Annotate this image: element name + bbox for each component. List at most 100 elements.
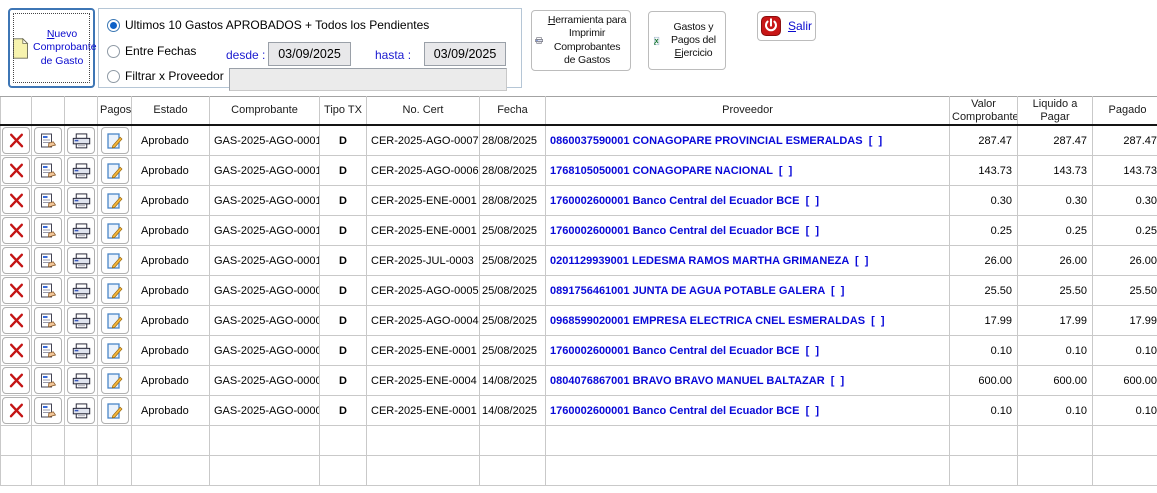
liquido-a-pagar-cell: 26.00 [1018,246,1093,276]
proveedor-link[interactable]: 0891756461001 JUNTA DE AGUA POTABLE GALE… [546,276,950,306]
delete-button[interactable] [2,397,30,424]
properties-button[interactable] [34,277,62,304]
comprobante-cell: GAS-2025-AGO-00013 [210,156,320,186]
proveedor-link[interactable]: 0804076867001 BRAVO BRAVO MANUEL BALTAZA… [546,366,950,396]
delete-cell [1,366,32,396]
proveedor-link[interactable]: 0968599020001 EMPRESA ELECTRICA CNEL ESM… [546,306,950,336]
desde-date-field[interactable] [268,42,351,66]
print-row-button[interactable] [67,307,95,334]
radio-provider-icon[interactable] [107,70,120,83]
delete-button[interactable] [2,187,30,214]
delete-button[interactable] [2,217,30,244]
expense-vouchers-window: Nuevo Comprobante de Gasto Ultimos 10 Ga… [0,0,1157,493]
delete-button[interactable] [2,277,30,304]
print-row-button[interactable] [67,397,95,424]
no-cert-cell: CER-2025-ENE-0001 [367,336,480,366]
fecha-cell: 28/08/2025 [480,125,546,156]
properties-button[interactable] [34,397,62,424]
no-cert-cell: CER-2025-AGO-0007 [367,125,480,156]
properties-button[interactable] [34,307,62,334]
tipo-tx-cell: D [320,186,367,216]
estado-cell: Aprobado [132,396,210,426]
properties-button[interactable] [34,157,62,184]
properties-cell [32,306,65,336]
properties-cell [32,276,65,306]
payments-edit-icon [107,253,123,269]
header-print-col [65,97,98,126]
liquido-a-pagar-cell: 0.10 [1018,396,1093,426]
delete-cell [1,306,32,336]
pagos-cell [98,366,132,396]
proveedor-link[interactable]: 0201129939001 LEDESMA RAMOS MARTHA GRIMA… [546,246,950,276]
print-vouchers-tool-button[interactable]: Herramienta para Imprimir Comprobantes d… [531,10,631,71]
print-cell [65,396,98,426]
proveedor-link[interactable]: 1760002600001 Banco Central del Ecuador … [546,396,950,426]
print-row-button[interactable] [67,187,95,214]
properties-icon [40,373,57,389]
properties-icon [40,133,57,149]
payments-edit-button[interactable] [101,217,129,244]
payments-edit-button[interactable] [101,157,129,184]
delete-button[interactable] [2,307,30,334]
proveedor-link[interactable]: 1760002600001 Banco Central del Ecuador … [546,216,950,246]
no-cert-cell: CER-2025-ENE-0004 [367,366,480,396]
delete-cell [1,246,32,276]
header-row: Pagos Estado Comprobante Tipo TX No. Cer… [1,97,1157,126]
delete-button[interactable] [2,367,30,394]
filter-option-provider[interactable]: Filtrar x Proveedor [107,69,224,83]
new-expense-voucher-button[interactable]: Nuevo Comprobante de Gasto [8,8,95,88]
payments-edit-button[interactable] [101,277,129,304]
excel-report-button[interactable]: Gastos y Pagos del Ejercicio [648,11,726,70]
properties-button[interactable] [34,187,62,214]
delete-button[interactable] [2,337,30,364]
exit-button[interactable]: Salir [757,11,816,41]
payments-edit-button[interactable] [101,337,129,364]
payments-edit-button[interactable] [101,127,129,154]
pagado-cell: 0.30 [1093,186,1157,216]
print-row-button[interactable] [67,157,95,184]
delete-button[interactable] [2,247,30,274]
proveedor-link[interactable]: 1760002600001 Banco Central del Ecuador … [546,336,950,366]
payments-edit-button[interactable] [101,307,129,334]
filter-option-last10[interactable]: Ultimos 10 Gastos APROBADOS + Todos los … [107,18,429,32]
payments-edit-button[interactable] [101,367,129,394]
filter-option-dates[interactable]: Entre Fechas [107,44,196,58]
expense-row: Aprobado GAS-2025-AGO-00013 D CER-2025-A… [1,156,1157,186]
delete-icon [9,163,24,178]
properties-button[interactable] [34,337,62,364]
pagos-cell [98,216,132,246]
tipo-tx-cell: D [320,246,367,276]
payments-edit-button[interactable] [101,397,129,424]
comprobante-cell: GAS-2025-AGO-00009 [210,276,320,306]
print-row-button[interactable] [67,277,95,304]
properties-button[interactable] [34,127,62,154]
print-row-button[interactable] [67,217,95,244]
radio-dates-icon[interactable] [107,45,120,58]
payments-edit-button[interactable] [101,247,129,274]
properties-button[interactable] [34,217,62,244]
payments-edit-button[interactable] [101,187,129,214]
header-comprobante: Comprobante [210,97,320,126]
radio-last10-icon[interactable] [107,19,120,32]
print-row-button[interactable] [67,367,95,394]
print-row-button[interactable] [67,247,95,274]
delete-button[interactable] [2,157,30,184]
properties-button[interactable] [34,247,62,274]
delete-button[interactable] [2,127,30,154]
fecha-cell: 14/08/2025 [480,366,546,396]
print-row-button[interactable] [67,127,95,154]
proveedor-link[interactable]: 0860037590001 CONAGOPARE PROVINCIAL ESME… [546,125,950,156]
provider-filter-input[interactable] [229,68,507,91]
valor-comprobante-cell: 600.00 [950,366,1018,396]
estado-cell: Aprobado [132,276,210,306]
properties-button[interactable] [34,367,62,394]
hasta-date-field[interactable] [424,42,506,66]
header-properties-col [32,97,65,126]
proveedor-link[interactable]: 1768105050001 CONAGOPARE NACIONAL [ ] [546,156,950,186]
tipo-tx-cell: D [320,156,367,186]
pagado-cell: 0.25 [1093,216,1157,246]
fecha-cell: 25/08/2025 [480,306,546,336]
proveedor-link[interactable]: 1760002600001 Banco Central del Ecuador … [546,186,950,216]
print-cell [65,276,98,306]
print-row-button[interactable] [67,337,95,364]
